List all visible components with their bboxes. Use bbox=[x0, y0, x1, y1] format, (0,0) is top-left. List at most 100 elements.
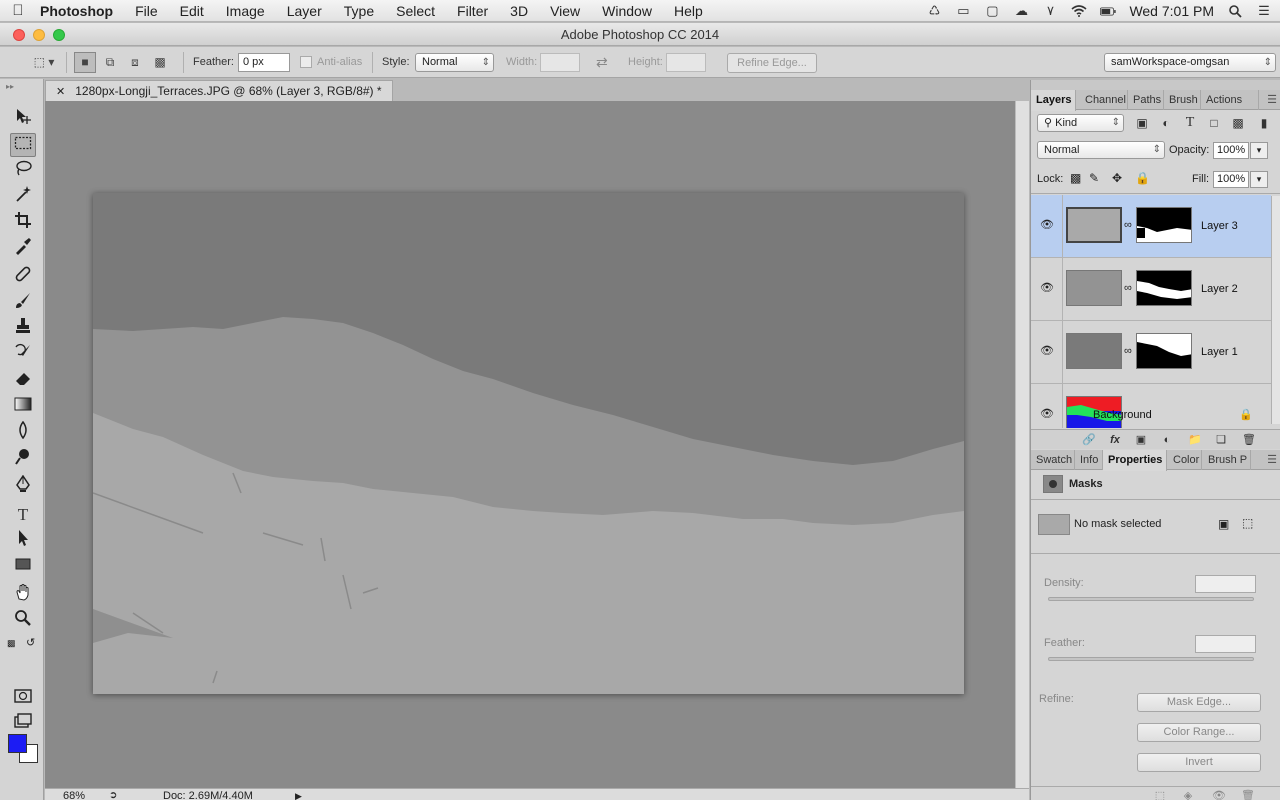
fill-dropdown-icon[interactable]: ▾ bbox=[1250, 171, 1268, 188]
refine-edge-button[interactable]: Refine Edge... bbox=[727, 53, 817, 73]
opacity-dropdown-icon[interactable]: ▾ bbox=[1250, 142, 1268, 159]
layer-name[interactable]: Layer 1 bbox=[1201, 346, 1238, 358]
link-layers-icon[interactable]: 🔗 bbox=[1081, 432, 1097, 448]
tab-properties[interactable]: Properties bbox=[1103, 450, 1167, 471]
hand-tool-icon[interactable] bbox=[10, 583, 36, 607]
gradient-tool-icon[interactable] bbox=[10, 395, 36, 419]
panel-menu-icon[interactable]: ☰ bbox=[1267, 450, 1277, 470]
menu-image[interactable]: Image bbox=[215, 0, 276, 22]
menu-type[interactable]: Type bbox=[333, 0, 385, 22]
menu-help[interactable]: Help bbox=[663, 0, 714, 22]
intersect-selection-button[interactable]: ▩ bbox=[149, 52, 171, 73]
delete-layer-icon[interactable]: 🗑 bbox=[1241, 432, 1257, 448]
layers-scrollbar[interactable] bbox=[1271, 196, 1280, 424]
layer-row-layer-2[interactable]: 👁 ∞ Layer 2 bbox=[1031, 258, 1271, 321]
eyedropper-tool-icon[interactable] bbox=[10, 237, 36, 261]
type-layer-filter-icon[interactable]: T bbox=[1182, 115, 1198, 131]
filter-toggle-icon[interactable]: ▮ bbox=[1256, 115, 1272, 131]
menu-view[interactable]: View bbox=[539, 0, 591, 22]
document-tab[interactable]: ✕ 1280px-Longji_Terraces.JPG @ 68% (Layer… bbox=[45, 80, 393, 101]
swap-colors-icon[interactable]: ↺ bbox=[26, 636, 35, 649]
density-input[interactable] bbox=[1195, 575, 1256, 593]
add-pixel-mask-icon[interactable]: ▣ bbox=[1218, 517, 1229, 531]
crop-tool-icon[interactable] bbox=[10, 211, 36, 235]
feather-input[interactable]: 0 px bbox=[238, 53, 290, 72]
zoom-level[interactable]: 68% bbox=[63, 789, 85, 800]
workspace-select[interactable]: samWorkspace-omgsan bbox=[1104, 53, 1276, 72]
blend-mode-select[interactable]: Normal bbox=[1037, 141, 1165, 159]
apple-icon[interactable]:  bbox=[0, 2, 36, 19]
mask-link-icon[interactable]: ∞ bbox=[1124, 345, 1132, 357]
invert-button[interactable]: Invert bbox=[1137, 753, 1261, 772]
lock-image-pixels-icon[interactable]: ✎ bbox=[1089, 171, 1099, 185]
collapse-toolbar-icon[interactable]: ▸▸ bbox=[6, 82, 14, 91]
vertical-scrollbar[interactable] bbox=[1015, 101, 1029, 788]
tab-color[interactable]: Color bbox=[1168, 450, 1202, 470]
dodge-tool-icon[interactable] bbox=[10, 447, 36, 471]
color-range-button[interactable]: Color Range... bbox=[1137, 723, 1261, 742]
close-document-icon[interactable]: ✕ bbox=[56, 86, 65, 98]
visibility-eye-icon[interactable]: 👁 bbox=[1040, 282, 1054, 294]
delete-mask-icon[interactable]: 🗑 bbox=[1240, 788, 1256, 800]
pen-tool-icon[interactable] bbox=[10, 474, 36, 499]
visibility-eye-icon[interactable]: 👁 bbox=[1040, 408, 1054, 420]
new-group-icon[interactable]: 📁 bbox=[1187, 432, 1203, 448]
menu-edit[interactable]: Edit bbox=[169, 0, 215, 22]
panel-menu-icon[interactable]: ☰ bbox=[1267, 90, 1277, 110]
move-tool-icon[interactable] bbox=[10, 107, 36, 131]
notification-center-icon[interactable]: ☰ bbox=[1256, 3, 1272, 18]
pixel-layer-filter-icon[interactable]: ▣ bbox=[1134, 115, 1150, 131]
menu-filter[interactable]: Filter bbox=[446, 0, 499, 22]
battery-icon[interactable] bbox=[1100, 4, 1117, 18]
lasso-tool-icon[interactable] bbox=[10, 159, 36, 183]
rectangle-tool-icon[interactable] bbox=[10, 555, 36, 579]
path-selection-tool-icon[interactable] bbox=[10, 529, 36, 553]
menu-photoshop[interactable]: Photoshop bbox=[36, 0, 124, 22]
script-editor-icon[interactable]: ♺ bbox=[926, 3, 942, 18]
new-selection-button[interactable]: ■ bbox=[74, 52, 96, 73]
spotlight-search-icon[interactable] bbox=[1227, 4, 1243, 18]
status-menu-arrow-icon[interactable]: ▶ bbox=[295, 789, 302, 800]
foreground-color-swatch[interactable] bbox=[8, 734, 27, 753]
airplay-icon[interactable]: ▭ bbox=[955, 3, 971, 18]
history-brush-tool-icon[interactable] bbox=[10, 343, 36, 367]
export-icon[interactable]: ➲ bbox=[109, 789, 117, 800]
clone-stamp-tool-icon[interactable] bbox=[10, 317, 36, 341]
menu-window[interactable]: Window bbox=[591, 0, 663, 22]
cloud-icon[interactable]: ☁ bbox=[1013, 3, 1029, 18]
rectangular-marquee-tool-icon[interactable] bbox=[10, 133, 36, 157]
menu-file[interactable]: File bbox=[124, 0, 169, 22]
tab-brush-presets[interactable]: Brush P bbox=[1203, 450, 1251, 470]
load-selection-icon[interactable]: ⬚ bbox=[1152, 788, 1168, 800]
menu-select[interactable]: Select bbox=[385, 0, 446, 22]
menu-layer[interactable]: Layer bbox=[276, 0, 333, 22]
subtract-from-selection-button[interactable]: ⧈ bbox=[124, 52, 146, 73]
layer-filter-select[interactable]: ⚲ Kind bbox=[1037, 114, 1124, 132]
feather-slider[interactable] bbox=[1048, 657, 1254, 661]
layer-name[interactable]: Background bbox=[1093, 409, 1152, 421]
tab-paths[interactable]: Paths bbox=[1128, 90, 1164, 110]
shape-layer-filter-icon[interactable]: □ bbox=[1206, 115, 1222, 131]
style-select[interactable]: Normal bbox=[415, 53, 494, 72]
document-canvas[interactable] bbox=[93, 193, 964, 694]
maximize-window-button[interactable] bbox=[53, 29, 65, 41]
layer-thumbnail[interactable] bbox=[1066, 270, 1122, 306]
mask-link-icon[interactable]: ∞ bbox=[1124, 282, 1132, 294]
blur-tool-icon[interactable] bbox=[10, 420, 36, 445]
lock-transparent-pixels-icon[interactable]: ▩ bbox=[1070, 171, 1081, 185]
add-vector-mask-icon[interactable]: ⬚ bbox=[1242, 516, 1253, 530]
mask-link-icon[interactable]: ∞ bbox=[1124, 219, 1132, 231]
bluetooth-icon[interactable]: ۷ bbox=[1042, 3, 1058, 18]
visibility-eye-icon[interactable]: 👁 bbox=[1040, 219, 1054, 231]
default-colors-icon[interactable]: ▩ bbox=[7, 638, 16, 649]
tab-actions[interactable]: Actions bbox=[1201, 90, 1259, 110]
add-mask-icon[interactable]: ▣ bbox=[1133, 432, 1149, 448]
visibility-eye-icon[interactable]: 👁 bbox=[1040, 345, 1054, 357]
opacity-input[interactable]: 100% bbox=[1213, 142, 1249, 159]
feather-input[interactable] bbox=[1195, 635, 1256, 653]
adjustment-layer-icon[interactable]: ◐ bbox=[1159, 432, 1175, 448]
fill-input[interactable]: 100% bbox=[1213, 171, 1249, 188]
layer-thumbnail[interactable] bbox=[1066, 207, 1122, 243]
new-layer-icon[interactable]: ❏ bbox=[1213, 432, 1229, 448]
apply-mask-icon[interactable]: ◈ bbox=[1180, 788, 1196, 800]
